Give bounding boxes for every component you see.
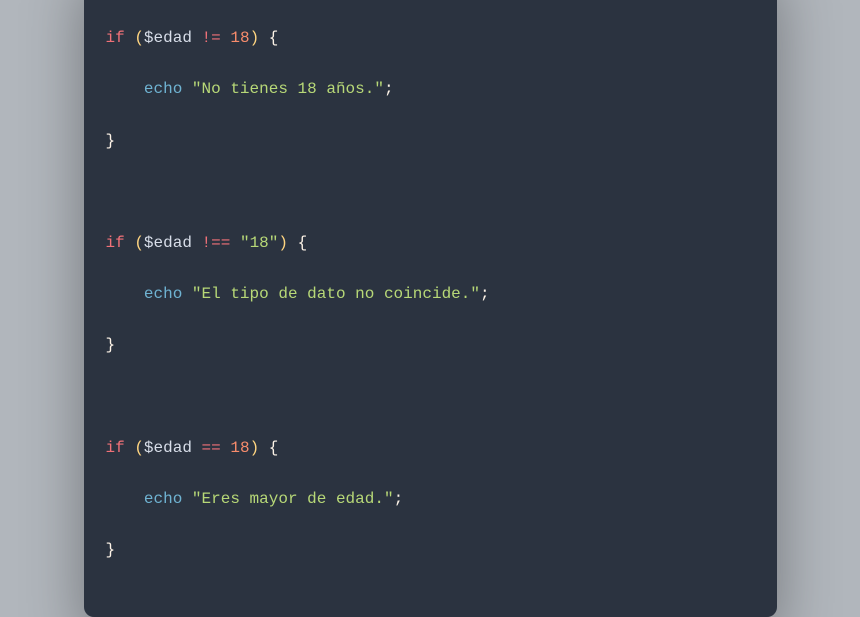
paren-open: (: [134, 234, 144, 252]
semicolon: ;: [384, 80, 394, 98]
brace-close: }: [106, 336, 116, 354]
operator: !==: [202, 234, 231, 252]
number-literal: 18: [230, 439, 249, 457]
semicolon: ;: [480, 285, 490, 303]
brace-close: }: [106, 132, 116, 150]
variable: $edad: [144, 439, 192, 457]
paren-close: ): [250, 29, 260, 47]
paren-close: ): [250, 439, 260, 457]
code-line: echo "El tipo de dato no coincide.";: [106, 282, 755, 308]
keyword-if: if: [106, 234, 125, 252]
number-literal: 18: [230, 29, 249, 47]
code-line: echo "Eres mayor de edad.";: [106, 487, 755, 513]
code-line: if ($edad == 18) {: [106, 436, 755, 462]
brace-open: {: [298, 234, 308, 252]
paren-open: (: [134, 29, 144, 47]
string-literal: "Eres mayor de edad.": [192, 490, 394, 508]
brace-open: {: [269, 439, 279, 457]
paren-open: (: [134, 439, 144, 457]
variable: $edad: [144, 234, 192, 252]
code-line: if ($edad !== "18") {: [106, 231, 755, 257]
code-line: if ($edad != 18) {: [106, 26, 755, 52]
code-line: }: [106, 538, 755, 564]
variable: $edad: [144, 29, 192, 47]
operator: !=: [202, 29, 221, 47]
operator: ==: [202, 439, 221, 457]
brace-open: {: [269, 29, 279, 47]
keyword-if: if: [106, 29, 125, 47]
semicolon: ;: [394, 490, 404, 508]
string-literal: "18": [240, 234, 278, 252]
code-content: if ($edad != 18) { echo "No tienes 18 añ…: [84, 0, 777, 617]
blank-line: [106, 180, 755, 206]
keyword-if: if: [106, 439, 125, 457]
code-line: }: [106, 333, 755, 359]
keyword-echo: echo: [144, 490, 182, 508]
code-line: }: [106, 129, 755, 155]
blank-line: [106, 385, 755, 411]
keyword-echo: echo: [144, 80, 182, 98]
code-line: echo "No tienes 18 años.";: [106, 77, 755, 103]
brace-close: }: [106, 541, 116, 559]
keyword-echo: echo: [144, 285, 182, 303]
code-window: if ($edad != 18) { echo "No tienes 18 añ…: [84, 0, 777, 617]
string-literal: "El tipo de dato no coincide.": [192, 285, 480, 303]
paren-close: ): [278, 234, 288, 252]
string-literal: "No tienes 18 años.": [192, 80, 384, 98]
